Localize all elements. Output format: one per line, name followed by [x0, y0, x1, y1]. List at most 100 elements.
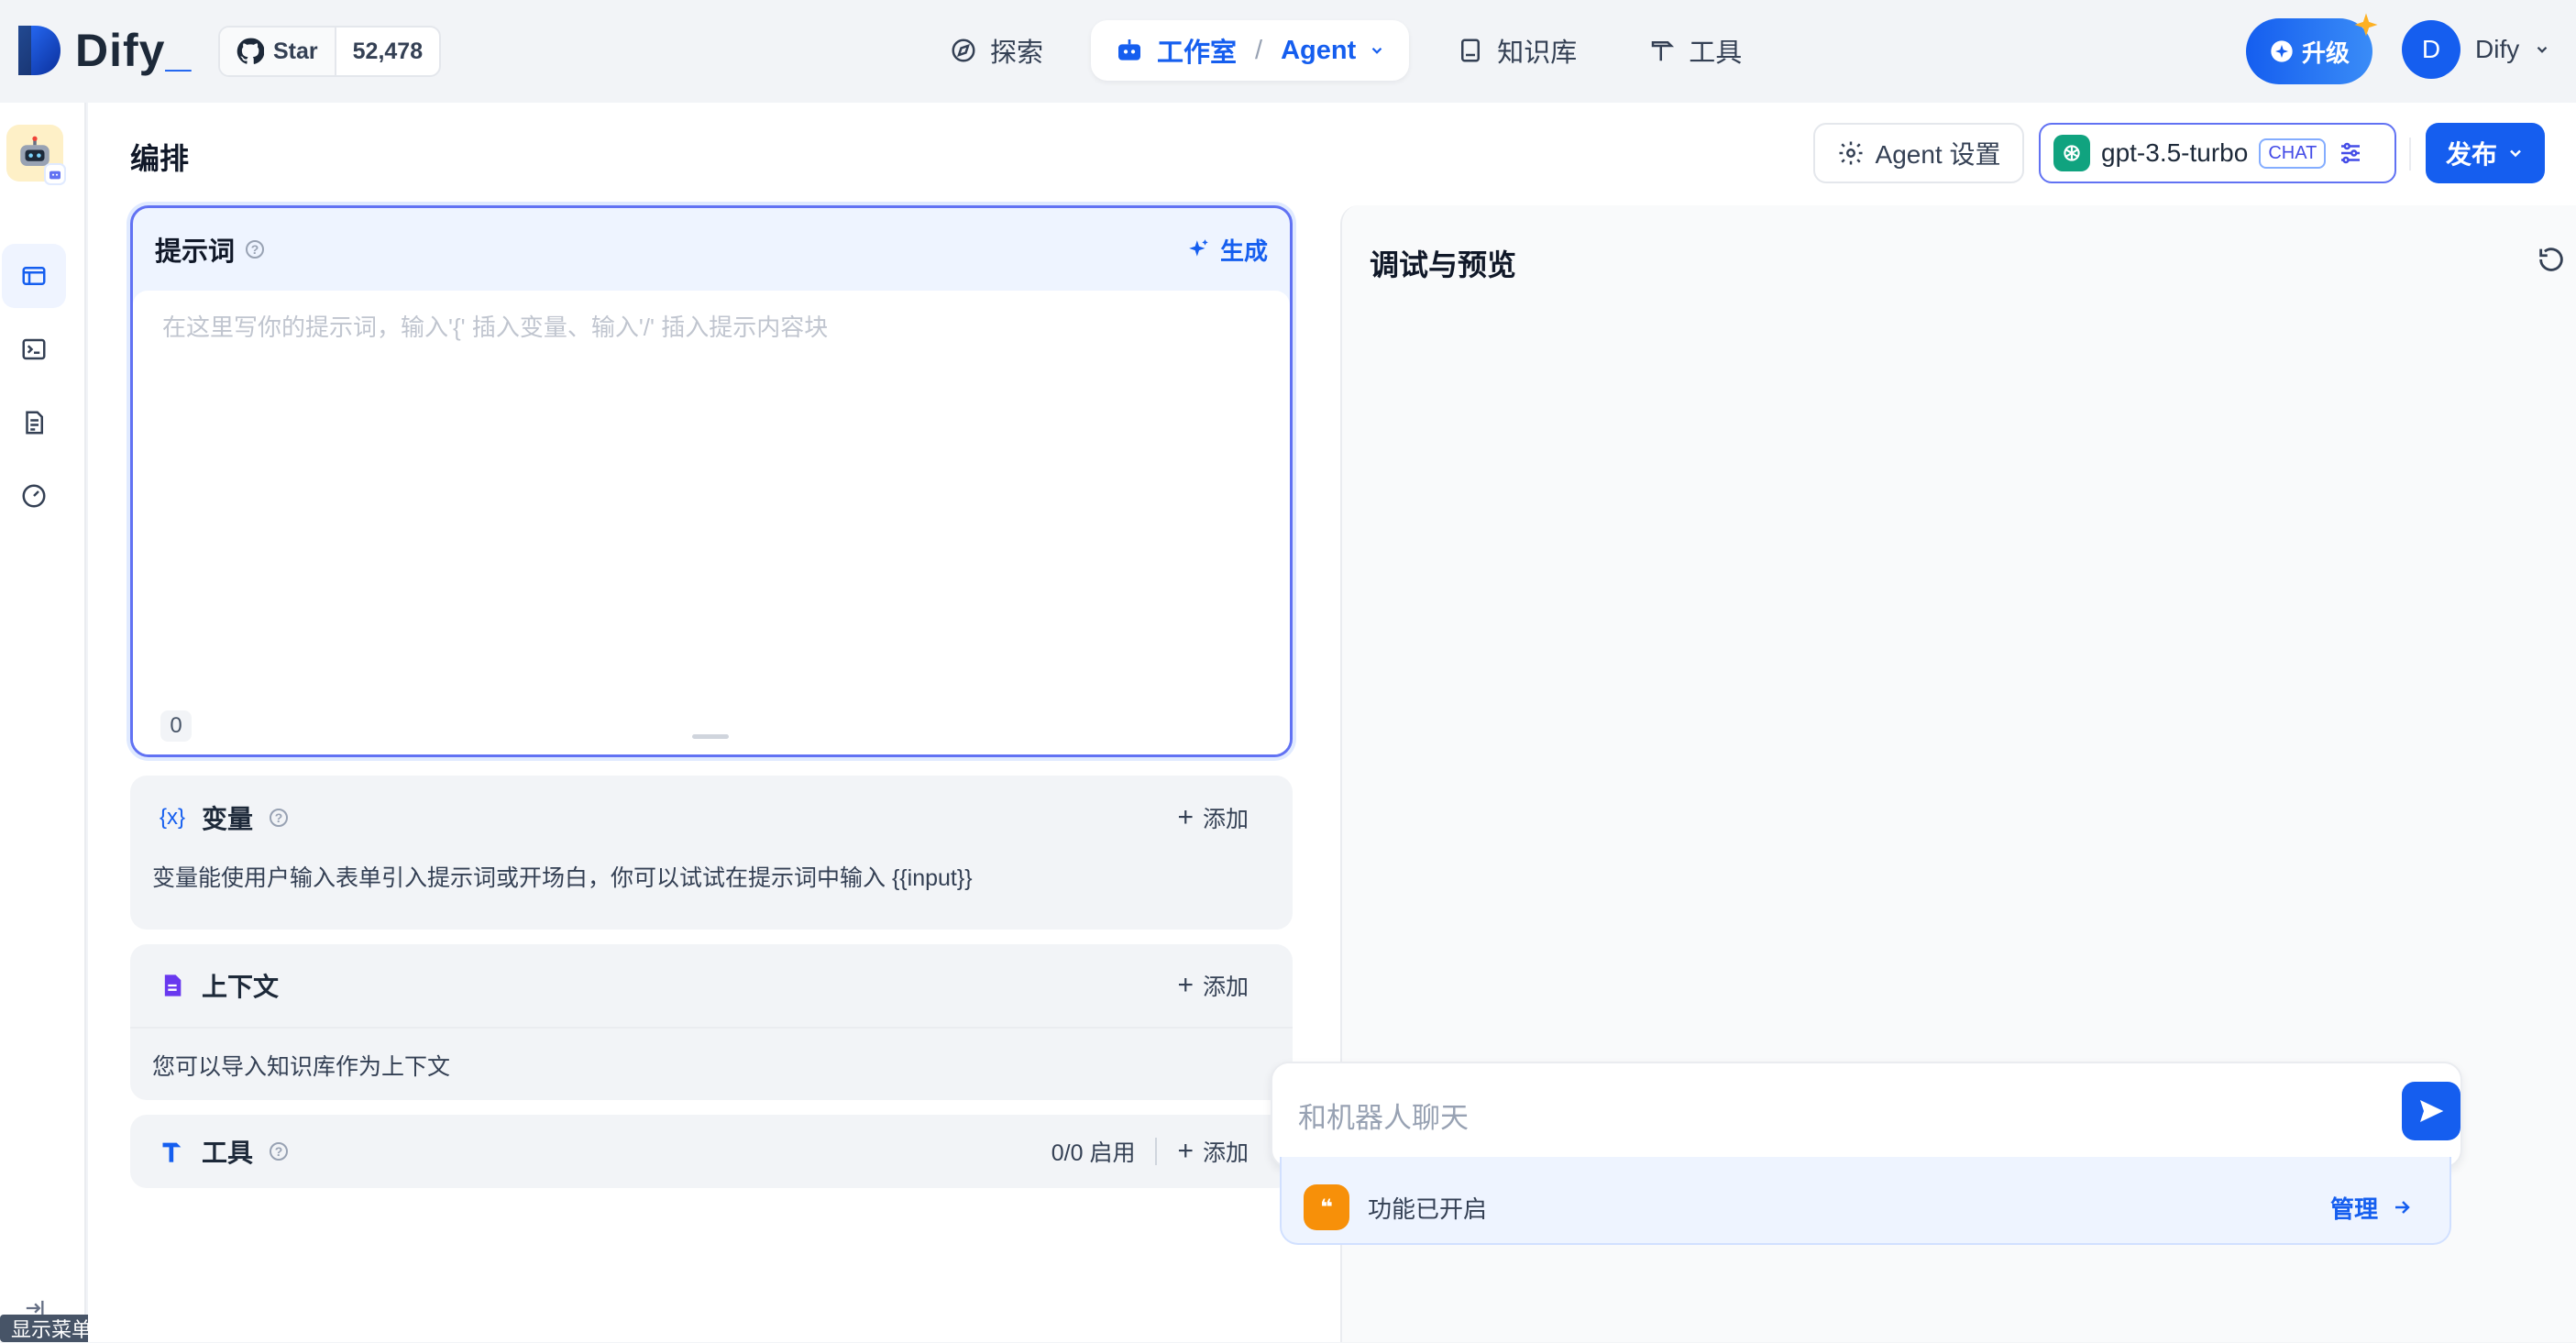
- publish-label: 发布: [2445, 140, 2497, 169]
- refresh-icon[interactable]: [2536, 244, 2567, 275]
- help-icon[interactable]: ?: [270, 809, 289, 827]
- github-star-label: Star: [273, 38, 318, 64]
- document-icon: [164, 974, 182, 996]
- variables-section: {x} 变量 ? + 添加 变量能使用户输入表单引入提示词或开场白，你可以试试在…: [130, 776, 1293, 930]
- chevron-down-icon[interactable]: [1369, 42, 1385, 59]
- sidebar-item-orchestrate[interactable]: [2, 244, 66, 308]
- github-star-button[interactable]: Star: [220, 28, 336, 75]
- agent-badge: [44, 163, 66, 185]
- resize-handle[interactable]: [692, 734, 729, 739]
- model-mode-badge: CHAT: [2259, 138, 2327, 169]
- chat-input-box[interactable]: 和机器人聊天: [1271, 1062, 2462, 1168]
- sliders-icon[interactable]: [2337, 139, 2364, 167]
- model-selector[interactable]: gpt-3.5-turbo CHAT: [2039, 123, 2396, 183]
- plus-icon: +: [1177, 802, 1194, 832]
- arrow-right-icon: [2395, 1201, 2410, 1214]
- agent-settings-button[interactable]: Agent 设置: [1813, 123, 2024, 183]
- hammer-icon: [162, 1142, 182, 1162]
- hammer-icon: [1652, 41, 1675, 61]
- layout-icon: [22, 267, 46, 285]
- agent-settings-label: Agent 设置: [1875, 140, 2001, 169]
- prompt-textarea[interactable]: 在这里写你的提示词，输入'{' 插入变量、输入'/' 插入提示内容块 0: [133, 291, 1290, 754]
- tools-title: 工具: [202, 1139, 254, 1167]
- sparkle-icon: [1189, 239, 1208, 257]
- robot-icon: [50, 171, 61, 180]
- sparkle-badge-icon: [2271, 40, 2293, 62]
- prompt-char-count: 0: [160, 710, 192, 742]
- chat-input[interactable]: 和机器人聊天: [1298, 1095, 1469, 1136]
- debug-title: 调试与预览: [1370, 248, 1517, 281]
- app-sidebar: [0, 103, 86, 1342]
- variable-icon: {x}: [160, 805, 186, 830]
- sidebar-item-monitor[interactable]: [2, 464, 66, 528]
- manage-features-button[interactable]: 管理: [2330, 1191, 2413, 1225]
- generate-label: 生成: [1219, 237, 1268, 265]
- add-tool-button[interactable]: + 添加: [1177, 1135, 1249, 1168]
- gear-icon: [1839, 141, 1863, 165]
- github-icon: [237, 38, 264, 64]
- dify-logo[interactable]: Dify_: [15, 24, 192, 77]
- chevron-down-icon: [2510, 149, 2521, 158]
- page-title: 编排: [130, 142, 190, 175]
- generate-button[interactable]: 生成: [1187, 233, 1268, 267]
- main-nav: 探索 工作室 / Agent 知识库 工具: [926, 20, 1766, 81]
- plus-icon: +: [1177, 970, 1194, 1000]
- context-section: 上下文 + 添加 您可以导入知识库作为上下文: [130, 944, 1293, 1100]
- sidebar-item-api[interactable]: [2, 317, 66, 381]
- tools-section: 工具 ? 0/0 启用 + 添加: [130, 1115, 1293, 1188]
- file-list-icon: [26, 411, 43, 435]
- context-description: 您可以导入知识库作为上下文: [152, 1054, 451, 1080]
- nav-explore-label: 探索: [990, 39, 1044, 68]
- model-name: gpt-3.5-turbo: [2101, 138, 2249, 167]
- robot-icon: [1118, 39, 1141, 61]
- terminal-icon: [22, 338, 46, 360]
- nav-knowledge-label: 知识库: [1497, 39, 1578, 68]
- upgrade-label: 升级: [2301, 39, 2350, 67]
- help-icon[interactable]: ?: [270, 1142, 289, 1161]
- prompt-placeholder: 在这里写你的提示词，输入'{' 插入变量、输入'/' 插入提示内容块: [162, 314, 829, 341]
- nav-tools-label: 工具: [1689, 39, 1743, 68]
- user-menu[interactable]: D Dify: [2402, 20, 2550, 79]
- star-decoration-icon: [2354, 13, 2378, 37]
- book-icon: [1461, 39, 1481, 62]
- sidebar-item-logs[interactable]: [2, 391, 66, 455]
- divider: [1155, 1138, 1158, 1165]
- manage-label: 管理: [2329, 1194, 2378, 1223]
- tools-enabled-status: 0/0 启用: [1051, 1140, 1136, 1166]
- variables-title: 变量: [202, 805, 254, 833]
- quote-icon: ❝: [1304, 1184, 1349, 1230]
- add-context-button[interactable]: + 添加: [1177, 969, 1249, 1002]
- add-context-label: 添加: [1202, 974, 1249, 1000]
- nav-agent-label[interactable]: Agent: [1281, 36, 1356, 66]
- nav-explore[interactable]: 探索: [926, 20, 1067, 81]
- user-name: Dify: [2475, 35, 2520, 63]
- prompt-title: 提示词: [155, 237, 236, 267]
- chevron-down-icon: [2537, 46, 2548, 53]
- header-divider: [2409, 138, 2411, 171]
- plus-icon: +: [1177, 1136, 1194, 1166]
- user-avatar: D: [2402, 20, 2460, 79]
- github-star-badge[interactable]: Star 52,478: [218, 26, 442, 77]
- github-star-count: 52,478: [352, 38, 424, 64]
- features-enabled-label: 功能已开启: [1368, 1194, 1488, 1223]
- top-bar: Dify_ Star 52,478 探索 工作室 / Agent 知识库 工具: [0, 0, 2576, 103]
- send-icon: [2420, 1100, 2444, 1122]
- add-tool-label: 添加: [1202, 1140, 1249, 1166]
- add-variable-label: 添加: [1202, 807, 1249, 832]
- upgrade-button[interactable]: 升级: [2246, 13, 2378, 84]
- publish-button[interactable]: 发布: [2426, 123, 2545, 183]
- nav-knowledge[interactable]: 知识库: [1433, 20, 1601, 81]
- compass-icon: [952, 39, 975, 62]
- prompt-header: 提示词 ? 生成: [133, 208, 1290, 291]
- nav-studio-label: 工作室: [1157, 39, 1238, 68]
- nav-studio[interactable]: 工作室 / Agent: [1091, 20, 1410, 81]
- help-icon[interactable]: ?: [246, 240, 265, 259]
- dashboard-gauge-icon: [22, 484, 46, 508]
- variables-description: 变量能使用户输入表单引入提示词或开场白，你可以试试在提示词中输入 {{input…: [152, 865, 973, 891]
- nav-tools[interactable]: 工具: [1624, 20, 1766, 81]
- dify-logo-text: Dify_: [75, 25, 193, 76]
- add-variable-button[interactable]: + 添加: [1177, 801, 1249, 834]
- send-button[interactable]: [2402, 1082, 2460, 1140]
- context-title: 上下文: [202, 973, 280, 1001]
- prompt-editor-card: 提示词 ? 生成 在这里写你的提示词，输入'{' 插入变量、输入'/' 插入提示…: [130, 205, 1293, 757]
